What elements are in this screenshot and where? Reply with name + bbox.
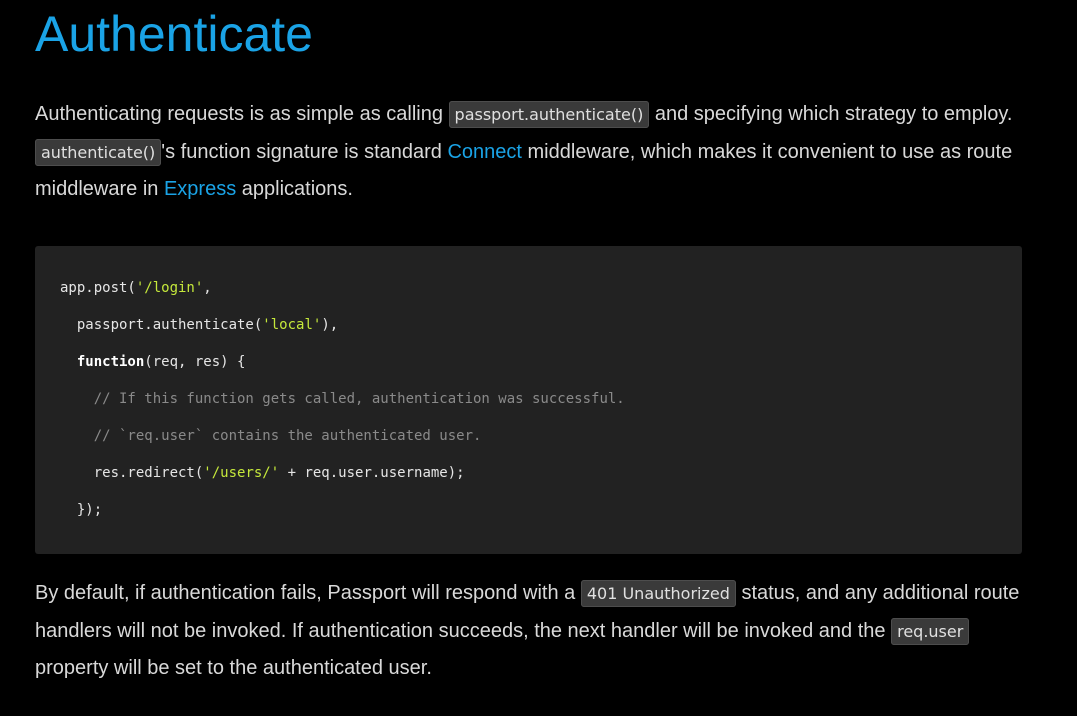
code-token: 'local' [262,317,322,333]
code-line: res.redirect('/users/' + req.user.userna… [60,465,465,481]
express-link[interactable]: Express [164,178,236,200]
intro-text-1: Authenticating requests is as simple as … [35,103,449,125]
code-token: (req, res) { [144,354,246,370]
code-token: // `req.user` contains the authenticated… [60,428,482,444]
outro-text-1: By default, if authentication fails, Pas… [35,582,581,604]
code-token: }); [60,502,103,518]
code-token: app.post( [60,280,136,296]
code-token: function [76,354,145,370]
outro-paragraph: By default, if authentication fails, Pas… [35,575,1022,688]
code-token: ), [321,317,339,333]
code-token: , [203,280,212,296]
inline-code-authenticate: authenticate() [35,138,162,166]
code-listing: app.post('/login', passport.authenticate… [60,270,625,529]
code-block: app.post('/login', passport.authenticate… [35,246,1022,554]
code-line: function(req, res) { [60,354,246,370]
inline-code-401-unauthorized: 401 Unauthorized [580,580,736,607]
code-token: '/login' [135,280,204,296]
outro-text-3: property will be set to the authenticate… [35,657,432,679]
code-line: }); [60,502,102,518]
code-token: + req.user.username); [279,465,465,481]
section-heading: Authenticate [35,6,313,62]
inline-code-passport-authenticate: passport.authenticate() [448,101,650,128]
code-token: passport.authenticate( [60,317,263,333]
code-token: res.redirect( [60,465,204,481]
code-line: // `req.user` contains the authenticated… [60,428,482,444]
connect-link[interactable]: Connect [447,141,522,163]
code-token: '/users/' [203,465,280,481]
code-line: app.post('/login', [60,280,212,296]
article-section: Authenticate Authenticating requests is … [35,0,1022,679]
inline-code-req-user: req.user [891,617,970,645]
intro-text-2: and specifying which strategy to employ. [649,103,1013,125]
intro-paragraph: Authenticating requests is as simple as … [35,96,1022,209]
code-line: // If this function gets called, authent… [60,391,625,407]
intro-text-3: 's function signature is standard [161,140,448,163]
code-line: passport.authenticate('local'), [60,317,338,333]
intro-text-5: applications. [236,178,353,200]
code-token: // If this function gets called, authent… [60,391,625,407]
